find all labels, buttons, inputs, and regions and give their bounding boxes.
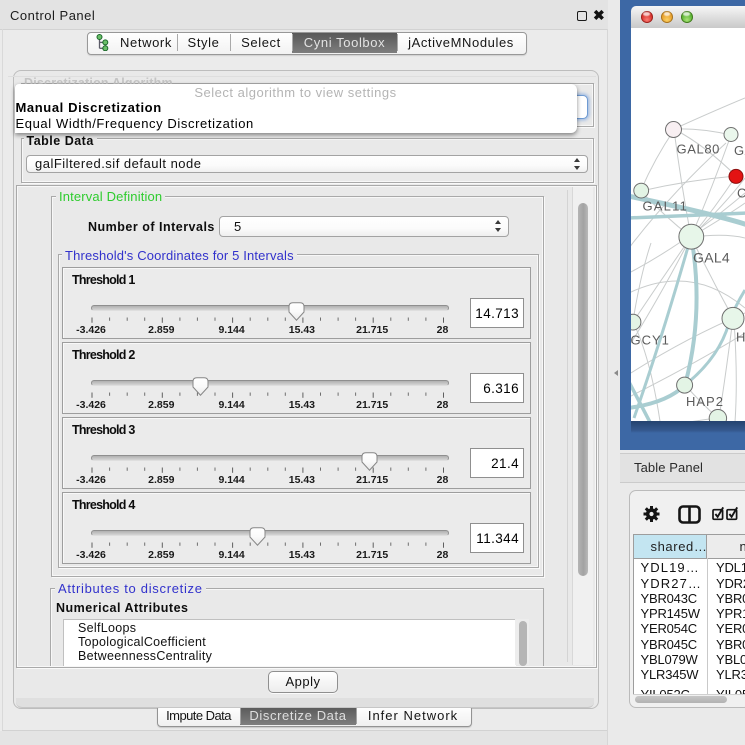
svg-text:HAP2: HAP2 [686,393,724,408]
svg-text:GAL4: GAL4 [693,249,730,265]
svg-text:GAL11: GAL11 [643,198,689,213]
svg-text:C: C [737,185,745,200]
svg-text:GCY1: GCY1 [631,332,670,347]
svg-text:H: H [736,329,745,344]
svg-text:GA: GA [734,143,745,158]
svg-text:GAL80: GAL80 [677,141,720,156]
